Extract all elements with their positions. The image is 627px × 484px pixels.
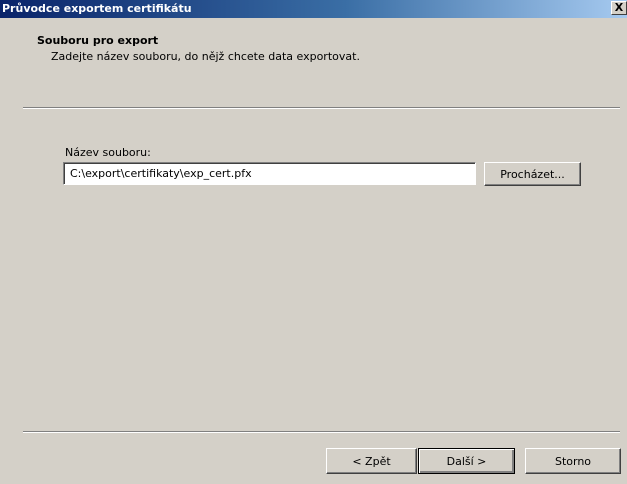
header-separator <box>23 107 620 109</box>
page-subtitle: Zadejte název souboru, do nějž chcete da… <box>51 50 360 63</box>
next-button[interactable]: Další > <box>418 448 515 474</box>
browse-button[interactable]: Procházet... <box>484 162 581 186</box>
wizard-header: Souboru pro export Zadejte název souboru… <box>0 18 627 108</box>
footer-separator <box>23 431 620 433</box>
page-title: Souboru pro export <box>37 34 159 47</box>
title-bar[interactable]: Průvodce exportem certifikátu X <box>0 0 627 18</box>
export-wizard-window: Průvodce exportem certifikátu X Souboru … <box>0 0 627 484</box>
back-button[interactable]: < Zpět <box>326 448 417 474</box>
file-name-input[interactable] <box>63 162 476 185</box>
window-title: Průvodce exportem certifikátu <box>2 2 192 15</box>
cancel-button[interactable]: Storno <box>525 448 621 474</box>
close-button[interactable]: X <box>611 1 627 15</box>
file-name-label: Název souboru: <box>65 146 151 159</box>
